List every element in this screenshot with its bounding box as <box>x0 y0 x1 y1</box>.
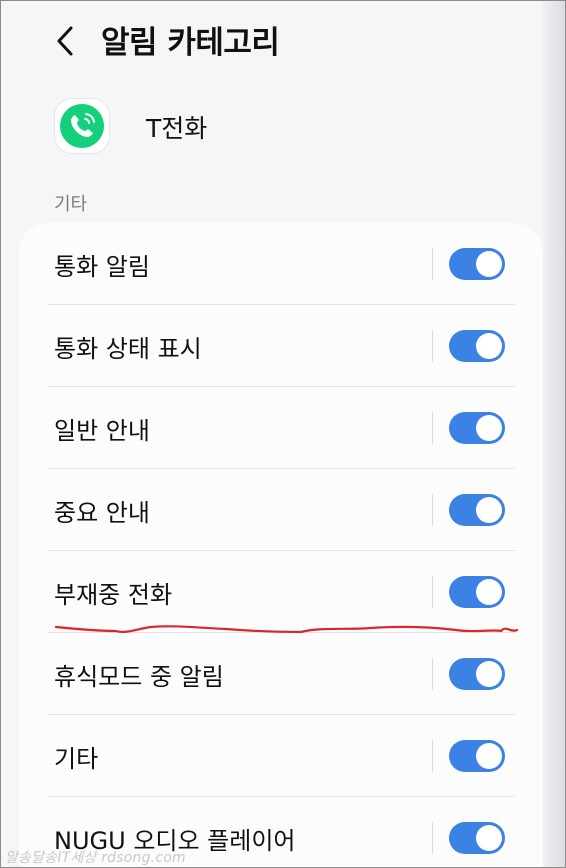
red-underline-annotation <box>54 625 519 634</box>
screen: 알림 카테고리 T전화 기타 통화 알림 통화 상태 표시 일반 안내 중요 안… <box>0 0 566 868</box>
watermark: 알송달송IT세상 rdsong.com <box>5 850 186 866</box>
